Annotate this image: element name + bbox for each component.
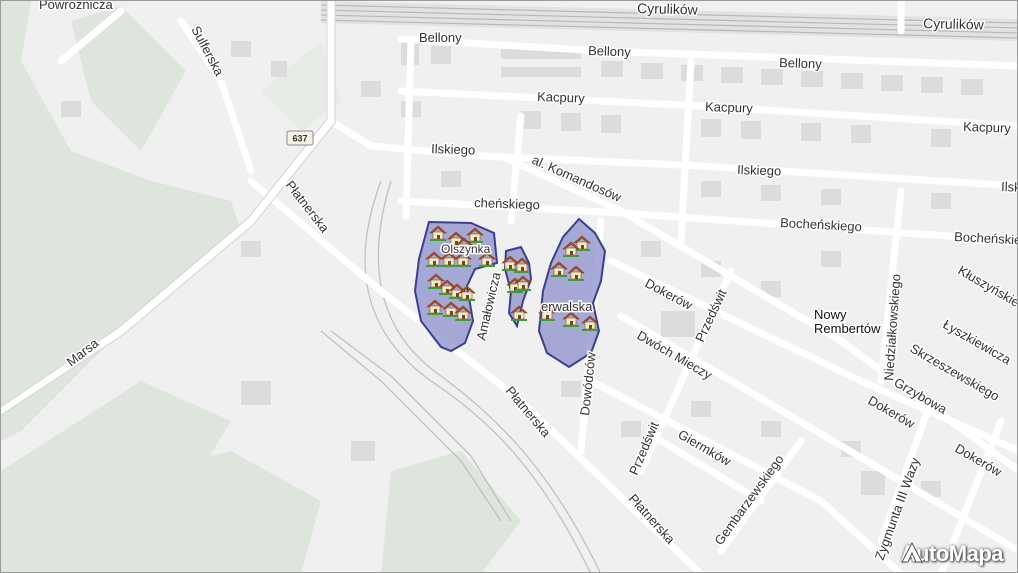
street-label-erwalska: erwalska (541, 299, 593, 314)
street-label-amalowicza: Amałowicza (473, 270, 503, 342)
street-label-kacpury: Kacpury (537, 89, 586, 106)
area-label-olszynka: Olszynka (441, 242, 491, 256)
street-label-bochenskiego: Bocheńskiego (780, 215, 862, 234)
street-label-cyrulikow: Cyrulików (923, 15, 985, 33)
street-label-bellony: Bellony (419, 30, 462, 45)
automapa-logo: AutoMapa (900, 541, 1004, 566)
park-area (131, 451, 321, 572)
map-canvas[interactable]: 637 Powroźnicza Cyrulików Cyrulików Bell… (1, 1, 1018, 573)
street-label-bellony: Bellony (779, 55, 823, 71)
district-label-line-2: Rembertów (814, 321, 881, 336)
street-label-kacpury: Kacpury (963, 119, 1012, 136)
street-label-kacpury: Kacpury (705, 99, 754, 116)
street-label-cyrulikow: Cyrulików (637, 1, 699, 18)
park-area (381, 451, 521, 572)
street-label-kluszynskie: Kłuszyńskie (956, 263, 1018, 310)
street-label-sulferska: Sulferska (188, 23, 227, 79)
street-label-lyszkiewicza: Łyszkiewicza (941, 317, 1015, 368)
street-label-platnerska: Płatnerska (626, 491, 679, 547)
street-label-bochenskiego: cheńskiego (474, 195, 540, 212)
street-label-ilskiego: Ilskiego (737, 162, 782, 179)
district-label: Nowy Rembertów (813, 306, 883, 338)
district-label-line-1: Nowy (814, 307, 847, 322)
street-label-platnerska: Płatnerska (503, 383, 554, 440)
street-label-ilskiego: Ilskiego (431, 141, 476, 158)
map-view[interactable]: 637 Powroźnicza Cyrulików Cyrulików Bell… (0, 0, 1018, 573)
automapa-logo-icon (900, 542, 923, 563)
road-number-shield: 637 (286, 130, 314, 146)
road-number-label: 637 (292, 134, 307, 144)
street-label-niedzialkowskiego: Niedziałkowskiego (881, 273, 903, 381)
street-label-dokerow: Dokerów (866, 393, 918, 432)
street-label-bellony: Bellony (588, 43, 632, 59)
park-area (71, 6, 186, 151)
street-label-ilskiego: Ilskie (1001, 179, 1018, 195)
street-label-powroznicza: Powroźnicza (39, 1, 113, 12)
street-label-bochenskiego: Bocheńskie (954, 229, 1018, 247)
